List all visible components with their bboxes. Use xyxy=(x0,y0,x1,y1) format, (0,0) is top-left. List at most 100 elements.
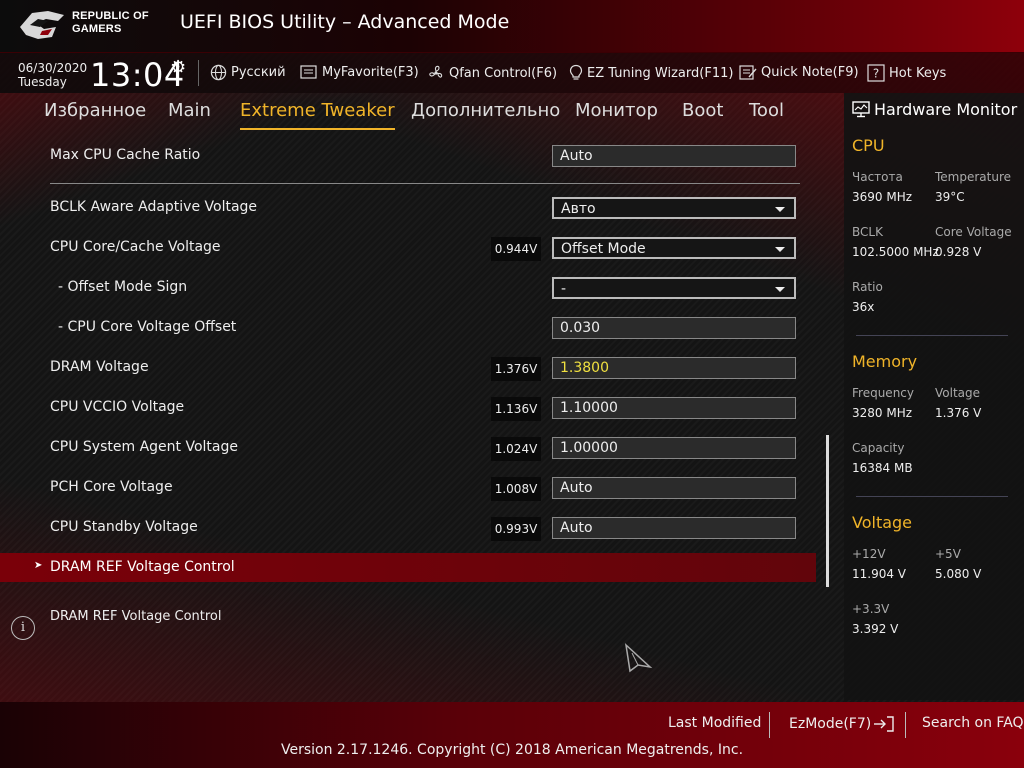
hot-keys-label: Hot Keys xyxy=(889,65,947,81)
favorite-icon xyxy=(300,65,317,79)
search-faq-button[interactable]: Search on FAQ xyxy=(922,715,1024,731)
cpu-vccio-voltage-label: CPU VCCIO Voltage xyxy=(50,399,185,415)
chevron-down-icon xyxy=(775,247,785,252)
lightbulb-icon xyxy=(569,64,583,80)
date-block: 06/30/2020 Tuesday xyxy=(18,61,87,89)
help-text: DRAM REF Voltage Control xyxy=(50,609,222,624)
cpu-heading: CPU xyxy=(852,136,885,155)
cpu-standby-voltage-label: CPU Standby Voltage xyxy=(50,519,198,535)
quick-note-button[interactable]: Quick Note(F9) xyxy=(739,64,859,81)
pch-core-voltage-field[interactable]: Auto xyxy=(552,477,796,499)
tab-boot[interactable]: Boot xyxy=(682,100,723,128)
v5-label: +5V xyxy=(935,547,961,561)
dram-voltage-reading: 1.376V xyxy=(491,357,541,381)
divider xyxy=(856,335,1008,336)
tab-extreme-tweaker[interactable]: Extreme Tweaker xyxy=(240,100,395,130)
cpu-vccio-voltage-reading: 1.136V xyxy=(491,397,541,421)
footer-bar xyxy=(0,702,1024,768)
quick-note-label: Quick Note(F9) xyxy=(761,65,859,80)
ratio-label: Ratio xyxy=(852,280,883,294)
divider xyxy=(198,60,199,86)
offset-mode-sign-value: - xyxy=(561,281,567,297)
cpu-core-cache-voltage-reading: 0.944V xyxy=(491,237,541,261)
qfan-button[interactable]: Qfan Control(F6) xyxy=(427,64,557,82)
cpu-system-agent-voltage-field[interactable]: 1.00000 xyxy=(552,437,796,459)
cpu-frequency-value: 3690 MHz xyxy=(852,190,913,204)
ezmode-label: EzMode(F7) xyxy=(789,716,872,732)
capacity-value: 16384 MB xyxy=(852,461,913,475)
capacity-label: Capacity xyxy=(852,441,905,455)
svg-text:?: ? xyxy=(873,67,879,81)
pch-core-voltage-label: PCH Core Voltage xyxy=(50,479,173,495)
memory-voltage-label: Voltage xyxy=(935,386,981,400)
offset-mode-sign-label: - Offset Mode Sign xyxy=(58,279,188,295)
cpu-core-voltage-offset-field[interactable]: 0.030 xyxy=(552,317,796,339)
pch-core-voltage-reading: 1.008V xyxy=(491,477,541,501)
bclk-label: BCLK xyxy=(852,225,883,239)
ez-tuning-label: EZ Tuning Wizard(F11) xyxy=(587,65,734,81)
brand-text: REPUBLIC OF GAMERS xyxy=(72,10,149,36)
brand-line-2: GAMERS xyxy=(72,23,122,35)
divider xyxy=(769,712,770,738)
dram-ref-voltage-control-label: DRAM REF Voltage Control xyxy=(50,559,235,575)
dram-voltage-label: DRAM Voltage xyxy=(50,359,149,375)
cpu-temperature-label: Temperature xyxy=(935,170,1012,184)
version-text: Version 2.17.1246. Copyright (C) 2018 Am… xyxy=(280,742,744,758)
info-bar: 06/30/2020 Tuesday 13:04 ⚙ Русский MyFav… xyxy=(0,53,1024,94)
cpu-standby-voltage-reading: 0.993V xyxy=(491,517,541,541)
hot-keys-button[interactable]: ? Hot Keys xyxy=(867,64,946,82)
day-text: Tuesday xyxy=(18,75,67,89)
voltage-heading: Voltage xyxy=(852,513,913,532)
last-modified-button[interactable]: Last Modified xyxy=(668,715,761,731)
ez-tuning-button[interactable]: EZ Tuning Wizard(F11) xyxy=(569,64,733,82)
bclk-aware-value: Авто xyxy=(561,201,596,217)
v5-value: 5.080 V xyxy=(935,567,982,581)
fan-icon xyxy=(429,65,443,78)
cpu-frequency-label: Частота xyxy=(852,170,903,184)
memory-frequency-label: Frequency xyxy=(852,386,914,400)
memory-voltage-value: 1.376 V xyxy=(935,406,982,420)
bclk-aware-label: BCLK Aware Adaptive Voltage xyxy=(50,199,258,215)
cpu-core-cache-voltage-label: CPU Core/Cache Voltage xyxy=(50,239,221,255)
cpu-standby-voltage-field[interactable]: Auto xyxy=(552,517,796,539)
cpu-core-cache-voltage-dropdown[interactable]: Offset Mode xyxy=(552,237,796,259)
mouse-cursor-icon xyxy=(624,643,653,673)
dram-voltage-field[interactable]: 1.3800 xyxy=(552,357,796,379)
gear-icon[interactable]: ⚙ xyxy=(170,57,186,78)
core-voltage-label: Core Voltage xyxy=(935,225,1012,239)
section-divider xyxy=(50,183,800,184)
info-icon: i xyxy=(11,616,35,640)
max-cpu-cache-ratio-field[interactable]: Auto xyxy=(552,145,796,167)
language-label: Русский xyxy=(231,65,286,80)
bclk-aware-dropdown[interactable]: Авто xyxy=(552,197,796,219)
globe-icon xyxy=(210,64,227,81)
myfavorite-button[interactable]: MyFavorite(F3) xyxy=(300,64,419,80)
tab-main[interactable]: Main xyxy=(168,100,211,128)
hardware-monitor-title: Hardware Monitor xyxy=(852,100,1017,119)
cpu-core-cache-voltage-value: Offset Mode xyxy=(561,241,646,257)
cpu-core-voltage-offset-label: - CPU Core Voltage Offset xyxy=(58,319,237,335)
exit-icon xyxy=(874,716,894,732)
brand-line-1: REPUBLIC OF xyxy=(72,10,149,22)
divider xyxy=(856,496,1008,497)
memory-heading: Memory xyxy=(852,352,918,371)
max-cpu-cache-ratio-label: Max CPU Cache Ratio xyxy=(50,147,201,163)
myfavorite-label: MyFavorite(F3) xyxy=(322,64,419,80)
tab-favorites[interactable]: Избранное xyxy=(44,100,146,128)
ezmode-button[interactable]: EzMode(F7) xyxy=(789,715,895,733)
divider xyxy=(905,712,906,738)
rog-logo: REPUBLIC OF GAMERS xyxy=(18,7,168,47)
app-title: UEFI BIOS Utility – Advanced Mode xyxy=(180,11,510,33)
v33-label: +3.3V xyxy=(852,602,890,616)
hardware-monitor-title-text: Hardware Monitor xyxy=(874,100,1018,119)
tab-advanced[interactable]: Дополнительно xyxy=(411,100,560,128)
tab-tool[interactable]: Tool xyxy=(749,100,784,128)
language-button[interactable]: Русский xyxy=(210,64,286,81)
hotkeys-icon: ? xyxy=(867,64,885,82)
tab-monitor[interactable]: Монитор xyxy=(575,100,658,128)
scrollbar[interactable] xyxy=(826,435,829,587)
offset-mode-sign-dropdown[interactable]: - xyxy=(552,277,796,299)
cpu-temperature-value: 39°C xyxy=(935,190,965,204)
core-voltage-value: 0.928 V xyxy=(935,245,982,259)
cpu-vccio-voltage-field[interactable]: 1.10000 xyxy=(552,397,796,419)
